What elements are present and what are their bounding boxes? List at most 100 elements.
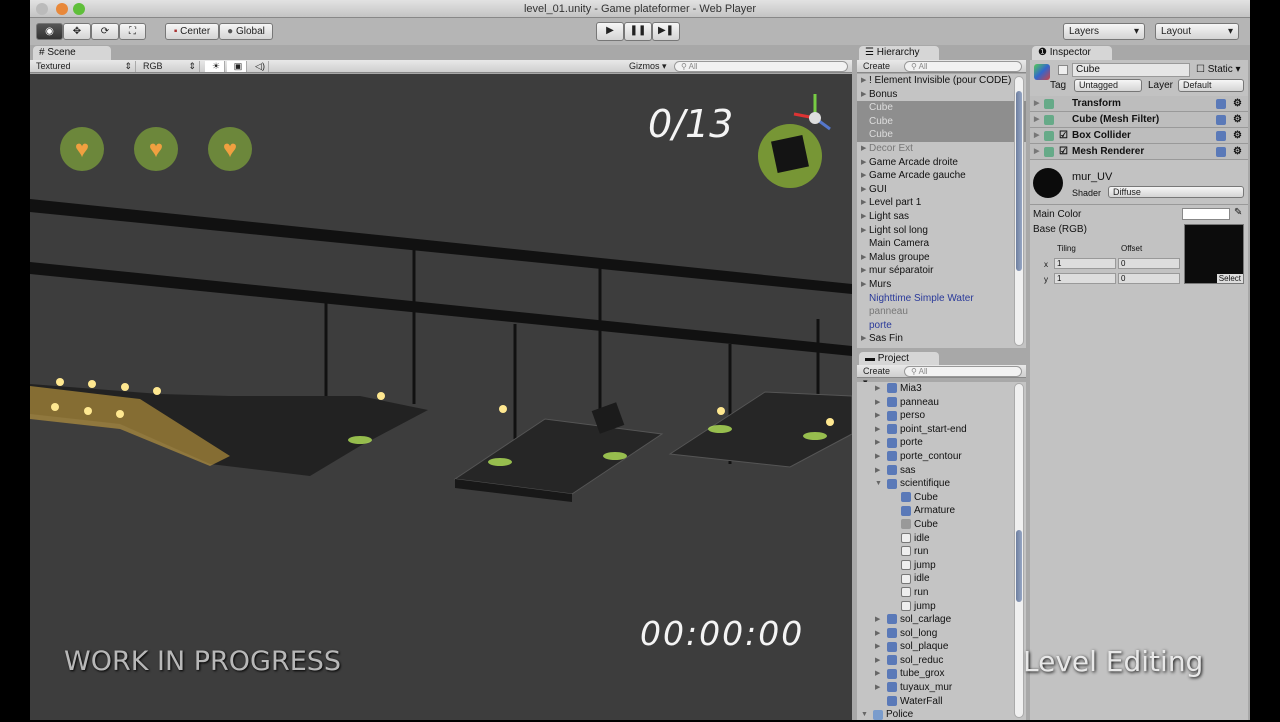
expand-arrow-icon[interactable]: ▶ — [875, 654, 880, 668]
offset-y-input[interactable]: 0 — [1118, 273, 1180, 284]
tab-scene[interactable]: # Scene — [33, 46, 111, 60]
hierarchy-item[interactable]: ▶ Decor Ext — [857, 142, 1026, 156]
expand-arrow-icon[interactable]: ▶ — [875, 640, 880, 654]
project-item[interactable]: ▶ panneau — [857, 396, 1026, 410]
expand-arrow-icon[interactable]: ▶ — [875, 681, 880, 695]
gizmos-dropdown[interactable]: Gizmos ▾ — [626, 61, 668, 72]
project-item[interactable]: Cube — [857, 518, 1026, 532]
expand-arrow-icon[interactable]: ▶ — [861, 210, 866, 224]
main-color-swatch[interactable] — [1182, 208, 1230, 220]
minimize-button[interactable] — [56, 3, 68, 15]
help-icon[interactable] — [1216, 131, 1226, 141]
static-checkbox[interactable]: ☐ Static ▾ — [1196, 64, 1241, 75]
foldout-arrow-icon[interactable]: ▶ — [1034, 112, 1039, 128]
project-item[interactable]: ▶ porte — [857, 436, 1026, 450]
component-header[interactable]: ▶ ☑ Box Collider ⚙ — [1030, 128, 1248, 144]
expand-arrow-icon[interactable]: ▶ — [875, 382, 880, 396]
skybox-toggle-icon[interactable]: ▣ — [227, 61, 247, 72]
foldout-arrow-icon[interactable]: ▶ — [1034, 96, 1039, 112]
pivot-center-button[interactable]: ▪ Center — [165, 23, 219, 40]
project-item[interactable]: ▶ sol_plaque — [857, 640, 1026, 654]
hierarchy-item[interactable]: ▶ Sas Fin — [857, 332, 1026, 346]
play-button[interactable]: ▶ — [596, 22, 624, 41]
project-item[interactable]: ▶ sol_long — [857, 627, 1026, 641]
hierarchy-item[interactable]: porte — [857, 319, 1026, 333]
gear-icon[interactable]: ⚙ — [1233, 128, 1242, 144]
hierarchy-item[interactable]: Nighttime Simple Water — [857, 292, 1026, 306]
expand-arrow-icon[interactable]: ▶ — [875, 423, 880, 437]
scale-tool-button[interactable]: ⛶ — [119, 23, 146, 40]
expand-arrow-icon[interactable]: ▶ — [875, 450, 880, 464]
pause-button[interactable]: ❚❚ — [624, 22, 652, 41]
hierarchy-item[interactable]: Cube — [857, 128, 1026, 142]
expand-arrow-icon[interactable]: ▶ — [875, 409, 880, 423]
expand-arrow-icon[interactable]: ▼ — [875, 477, 882, 491]
component-enabled-checkbox[interactable]: ☑ — [1059, 128, 1068, 144]
hierarchy-item[interactable]: ▶ Level part 1 — [857, 196, 1026, 210]
close-button[interactable] — [36, 3, 48, 15]
expand-arrow-icon[interactable]: ▶ — [861, 224, 866, 238]
project-item[interactable]: ▶ porte_contour — [857, 450, 1026, 464]
tag-dropdown[interactable]: Untagged — [1074, 79, 1142, 92]
expand-arrow-icon[interactable]: ▶ — [861, 278, 866, 292]
project-item[interactable]: ▼ scientifique — [857, 477, 1026, 491]
project-item[interactable]: ▶ tuyaux_mur — [857, 681, 1026, 695]
project-item[interactable]: ▶ perso — [857, 409, 1026, 423]
project-item[interactable]: ▶ tube_grox — [857, 667, 1026, 681]
tab-project[interactable]: ▬ Project — [859, 352, 939, 366]
component-header[interactable]: ▶ Cube (Mesh Filter) ⚙ — [1030, 112, 1248, 128]
hierarchy-item[interactable]: ▶ Malus groupe — [857, 251, 1026, 265]
project-item[interactable]: ▶ sas — [857, 464, 1026, 478]
expand-arrow-icon[interactable]: ▶ — [875, 464, 880, 478]
audio-toggle-icon[interactable]: ◁) — [249, 61, 269, 72]
foldout-arrow-icon[interactable]: ▶ — [1034, 144, 1039, 160]
hierarchy-create-button[interactable]: Create ▾ — [860, 61, 896, 82]
active-checkbox[interactable] — [1058, 65, 1068, 75]
expand-arrow-icon[interactable]: ▶ — [861, 183, 866, 197]
tab-hierarchy[interactable]: ☰ Hierarchy — [859, 46, 939, 60]
project-item[interactable]: ▶ point_start-end — [857, 423, 1026, 437]
channel-select[interactable]: RGB ⇕ — [140, 61, 200, 72]
hierarchy-item[interactable]: ▶! Element Invisible (pour CODE) — [857, 74, 1026, 88]
expand-arrow-icon[interactable]: ▶ — [861, 264, 866, 278]
tiling-x-input[interactable]: 1 — [1054, 258, 1116, 269]
scene-viewport[interactable]: ♥ ♥ ♥ 0/13 00:00:00 WORK IN PROGRESS — [30, 74, 852, 720]
layout-dropdown[interactable]: Layout ▾ — [1155, 23, 1239, 40]
project-item[interactable]: ▶ sol_carlage — [857, 613, 1026, 627]
hierarchy-search-input[interactable]: ⚲ All — [904, 61, 1022, 72]
texture-slot[interactable]: Select — [1184, 224, 1244, 284]
project-item[interactable]: idle — [857, 532, 1026, 546]
project-search-input[interactable]: ⚲ All — [904, 366, 1022, 377]
hierarchy-item[interactable]: Cube — [857, 114, 1026, 129]
expand-arrow-icon[interactable]: ▶ — [861, 332, 866, 346]
lighting-toggle-icon[interactable]: ☀ — [205, 61, 225, 72]
view-tool-button[interactable]: ◉ — [36, 23, 63, 40]
expand-arrow-icon[interactable]: ▶ — [861, 169, 866, 183]
hierarchy-item[interactable]: ▶ mur séparatoir — [857, 264, 1026, 278]
component-header[interactable]: ▶ ☑ Mesh Renderer ⚙ — [1030, 144, 1248, 160]
expand-arrow-icon[interactable]: ▶ — [875, 436, 880, 450]
global-button[interactable]: ● Global — [219, 23, 273, 40]
foldout-arrow-icon[interactable]: ▶ — [1034, 128, 1039, 144]
project-item[interactable]: Cube — [857, 491, 1026, 505]
expand-arrow-icon[interactable]: ▶ — [875, 667, 880, 681]
zoom-button[interactable] — [73, 3, 85, 15]
rotate-tool-button[interactable]: ⟳ — [91, 23, 119, 40]
tab-inspector[interactable]: ❶ Inspector — [1032, 46, 1112, 60]
offset-x-input[interactable]: 0 — [1118, 258, 1180, 269]
hierarchy-item[interactable]: ▶ Light sas — [857, 210, 1026, 224]
hierarchy-item[interactable]: panneau — [857, 305, 1026, 319]
hierarchy-scrollbar[interactable] — [1014, 76, 1024, 346]
eyedropper-icon[interactable]: ✎ — [1234, 207, 1242, 218]
project-item[interactable]: idle — [857, 572, 1026, 586]
hierarchy-item[interactable]: ▶ Light sol long — [857, 224, 1026, 238]
shader-dropdown[interactable]: Diffuse — [1108, 186, 1244, 198]
hierarchy-item[interactable]: ▶ Murs — [857, 278, 1026, 292]
project-item[interactable]: WaterFall — [857, 695, 1026, 709]
layer-dropdown[interactable]: Default — [1178, 79, 1244, 92]
expand-arrow-icon[interactable]: ▶ — [861, 142, 866, 156]
expand-arrow-icon[interactable]: ▶ — [861, 156, 866, 170]
step-button[interactable]: ▶❚ — [652, 22, 680, 41]
expand-arrow-icon[interactable]: ▶ — [875, 396, 880, 410]
hierarchy-item[interactable]: ▶ Game Arcade droite — [857, 156, 1026, 170]
